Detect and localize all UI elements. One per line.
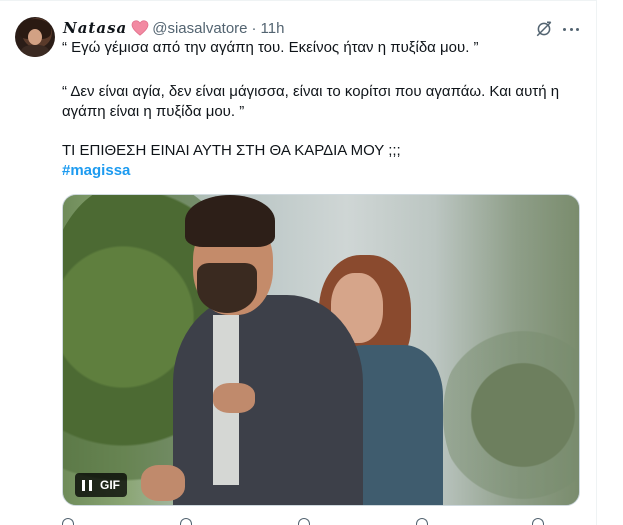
user-handle[interactable]: @siasalvatore xyxy=(152,20,247,37)
gif-badge: GIF xyxy=(100,478,120,492)
tweet-text-line-1: “ Εγώ γέμισα από την αγάπη του. Εκείνος … xyxy=(62,39,479,56)
tweet-text-line-2: “ Δεν είναι αγία, δεν είναι μάγισσα, είν… xyxy=(62,83,560,100)
separator-dot: · xyxy=(251,19,257,37)
tweet-header: Natasa @siasalvatore · 11h xyxy=(63,18,284,38)
timestamp[interactable]: 11h xyxy=(261,20,285,37)
top-divider xyxy=(0,0,596,1)
gif-controls[interactable]: GIF xyxy=(75,473,127,497)
display-name[interactable]: Natasa xyxy=(63,19,127,37)
more-icon[interactable] xyxy=(561,20,581,38)
like-icon[interactable] xyxy=(298,518,310,525)
column-divider xyxy=(596,0,597,525)
share-icon[interactable] xyxy=(532,518,544,525)
gif-media[interactable]: GIF xyxy=(62,194,580,506)
tweet-text-line-4: ΤΙ ΕΠΙΘΕΣΗ ΕΙΝΑΙ ΑΥΤΗ ΣΤΗ ΘΑ ΚΑΡΔΙΑ ΜΟΥ … xyxy=(62,142,401,159)
user-avatar[interactable] xyxy=(15,17,55,57)
retweet-icon[interactable] xyxy=(180,518,192,525)
grok-icon[interactable] xyxy=(535,20,553,38)
views-icon[interactable] xyxy=(416,518,428,525)
hashtag-link[interactable]: #magissa xyxy=(62,161,130,181)
pause-icon[interactable] xyxy=(82,479,92,491)
heart-icon xyxy=(131,20,149,36)
tweet-text-line-3: αγάπη είναι η πυξίδα μου. ” xyxy=(62,103,245,120)
reply-icon[interactable] xyxy=(62,518,74,525)
action-bar xyxy=(62,518,582,525)
